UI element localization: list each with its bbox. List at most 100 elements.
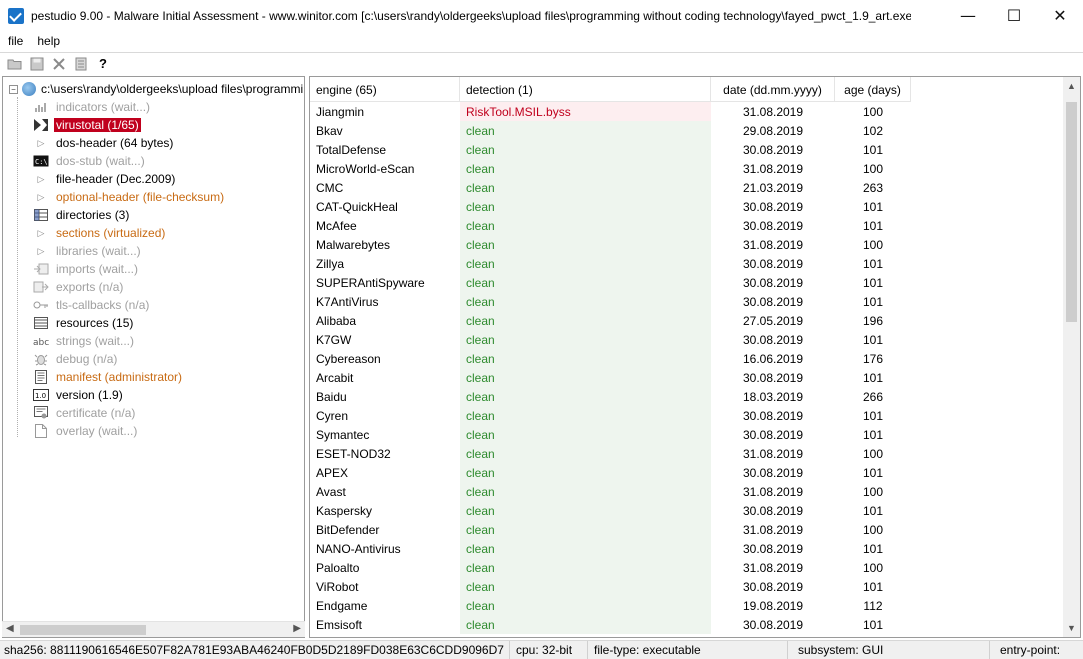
table-row[interactable]: Cybereason clean 16.06.2019 176 bbox=[310, 349, 911, 368]
status-cpu: cpu: 32-bit bbox=[510, 640, 588, 659]
engine-cell: SUPERAntiSpyware bbox=[316, 275, 425, 290]
tree-item-version[interactable]: 1.0 version (1.9) bbox=[33, 386, 125, 404]
detection-cell: clean bbox=[460, 520, 711, 539]
table-row[interactable]: SUPERAntiSpyware clean 30.08.2019 101 bbox=[310, 273, 911, 292]
tree-item-exports[interactable]: exports (n/a) bbox=[33, 278, 125, 296]
expand-arrow-icon[interactable]: ▷ bbox=[33, 174, 49, 185]
column-date[interactable]: date (dd.mm.yyyy) bbox=[711, 77, 835, 102]
minimize-button[interactable]: — bbox=[945, 0, 991, 31]
table-row[interactable]: K7AntiVirus clean 30.08.2019 101 bbox=[310, 292, 911, 311]
table-row[interactable]: Emsisoft clean 30.08.2019 101 bbox=[310, 615, 911, 634]
engine-cell: McAfee bbox=[316, 218, 357, 233]
date-cell: 27.05.2019 bbox=[742, 313, 804, 328]
date-cell: 30.08.2019 bbox=[742, 408, 804, 423]
tree-item-imports[interactable]: imports (wait...) bbox=[33, 260, 140, 278]
table-row[interactable]: Bkav clean 29.08.2019 102 bbox=[310, 121, 911, 140]
scroll-right-icon[interactable]: ▶ bbox=[293, 623, 301, 634]
table-row[interactable]: CMC clean 21.03.2019 263 bbox=[310, 178, 911, 197]
table-row[interactable]: Arcabit clean 30.08.2019 101 bbox=[310, 368, 911, 387]
scroll-left-icon[interactable]: ◀ bbox=[6, 623, 14, 634]
table-row[interactable]: APEX clean 30.08.2019 101 bbox=[310, 463, 911, 482]
tree-item-overlay[interactable]: overlay (wait...) bbox=[33, 422, 139, 440]
age-cell: 100 bbox=[862, 161, 884, 176]
table-row[interactable]: ViRobot clean 30.08.2019 101 bbox=[310, 577, 911, 596]
table-row[interactable]: Paloalto clean 31.08.2019 100 bbox=[310, 558, 911, 577]
scroll-thumb[interactable] bbox=[20, 625, 146, 635]
expand-arrow-icon[interactable]: ▷ bbox=[33, 246, 49, 257]
scroll-down-icon[interactable]: ▼ bbox=[1067, 623, 1076, 633]
detection-cell: clean bbox=[460, 463, 711, 482]
tree-item-indicators[interactable]: indicators (wait...) bbox=[33, 98, 152, 116]
close-button[interactable]: ✕ bbox=[1037, 0, 1083, 31]
table-row[interactable]: CAT-QuickHeal clean 30.08.2019 101 bbox=[310, 197, 911, 216]
menu-file[interactable]: file bbox=[8, 34, 23, 48]
table-row[interactable]: Malwarebytes clean 31.08.2019 100 bbox=[310, 235, 911, 254]
table-row[interactable]: Zillya clean 30.08.2019 101 bbox=[310, 254, 911, 273]
maximize-button[interactable]: ☐ bbox=[991, 0, 1037, 31]
tree-item-label: virustotal (1/65) bbox=[54, 118, 141, 132]
date-cell: 30.08.2019 bbox=[742, 579, 804, 594]
expand-arrow-icon[interactable]: ▷ bbox=[33, 138, 49, 149]
expand-arrow-icon[interactable]: ▷ bbox=[33, 228, 49, 239]
tree-item-label: dos-header (64 bytes) bbox=[56, 136, 174, 150]
tree-root-label: c:\users\randy\oldergeeks\upload files\p… bbox=[41, 82, 304, 96]
tree-item-dos-stub[interactable]: C:\ dos-stub (wait...) bbox=[33, 152, 147, 170]
table-row[interactable]: Alibaba clean 27.05.2019 196 bbox=[310, 311, 911, 330]
tree-item-certificate[interactable]: certificate (n/a) bbox=[33, 404, 137, 422]
tree-item-label: sections (virtualized) bbox=[56, 226, 166, 240]
age-cell: 101 bbox=[862, 294, 884, 309]
tree-item-debug[interactable]: debug (n/a) bbox=[33, 350, 119, 368]
tree-root-node[interactable]: − c:\users\randy\oldergeeks\upload files… bbox=[9, 80, 303, 98]
table-row[interactable]: ESET-NOD32 clean 31.08.2019 100 bbox=[310, 444, 911, 463]
table-row[interactable]: TotalDefense clean 30.08.2019 101 bbox=[310, 140, 911, 159]
tree-item-tls-callbacks[interactable]: tls-callbacks (n/a) bbox=[33, 296, 151, 314]
expand-arrow-icon[interactable]: ▷ bbox=[33, 192, 49, 203]
table-row[interactable]: Baidu clean 18.03.2019 266 bbox=[310, 387, 911, 406]
tree-horizontal-scrollbar[interactable]: ◀ ▶ bbox=[2, 621, 305, 637]
table-row[interactable]: K7GW clean 30.08.2019 101 bbox=[310, 330, 911, 349]
tree-item-libraries[interactable]: ▷ libraries (wait...) bbox=[33, 242, 143, 260]
table-row[interactable]: Jiangmin RiskTool.MSIL.byss 31.08.2019 100 bbox=[310, 102, 911, 121]
table-vertical-scrollbar[interactable]: ▲ ▼ bbox=[1063, 77, 1080, 637]
table-row[interactable]: MicroWorld-eScan clean 31.08.2019 100 bbox=[310, 159, 911, 178]
age-cell: 100 bbox=[862, 446, 884, 461]
tree-item-strings[interactable]: abc strings (wait...) bbox=[33, 332, 136, 350]
tree-item-manifest[interactable]: manifest (administrator) bbox=[33, 368, 184, 386]
tree-item-dos-header[interactable]: ▷ dos-header (64 bytes) bbox=[33, 134, 175, 152]
tree-item-directories[interactable]: directories (3) bbox=[33, 206, 131, 224]
table-row[interactable]: BitDefender clean 31.08.2019 100 bbox=[310, 520, 911, 539]
table-row[interactable]: Symantec clean 30.08.2019 101 bbox=[310, 425, 911, 444]
table-row[interactable]: McAfee clean 30.08.2019 101 bbox=[310, 216, 911, 235]
list-icon[interactable] bbox=[70, 54, 92, 74]
collapse-toggle-icon[interactable]: − bbox=[9, 84, 18, 94]
column-detection[interactable]: detection (1) bbox=[460, 77, 711, 102]
tree-item-file-header[interactable]: ▷ file-header (Dec.2009) bbox=[33, 170, 177, 188]
scroll-up-icon[interactable]: ▲ bbox=[1067, 81, 1076, 91]
help-icon[interactable]: ? bbox=[92, 54, 114, 74]
delete-icon[interactable] bbox=[48, 54, 70, 74]
tree-item-virustotal[interactable]: virustotal (1/65) bbox=[33, 116, 141, 134]
column-engine[interactable]: engine (65) bbox=[310, 77, 460, 102]
table-row[interactable]: Kaspersky clean 30.08.2019 101 bbox=[310, 501, 911, 520]
menu-help[interactable]: help bbox=[37, 34, 60, 48]
age-cell: 101 bbox=[862, 408, 884, 423]
detection-cell: clean bbox=[460, 292, 711, 311]
table-row[interactable]: NANO-Antivirus clean 30.08.2019 101 bbox=[310, 539, 911, 558]
date-cell: 30.08.2019 bbox=[742, 465, 804, 480]
table-row[interactable]: Endgame clean 19.08.2019 112 bbox=[310, 596, 911, 615]
column-age[interactable]: age (days) bbox=[835, 77, 911, 102]
page-icon bbox=[33, 424, 49, 438]
tree-item-sections[interactable]: ▷ sections (virtualized) bbox=[33, 224, 167, 242]
detection-cell: clean bbox=[460, 482, 711, 501]
save-icon[interactable] bbox=[26, 54, 48, 74]
age-cell: 101 bbox=[862, 541, 884, 556]
table-row[interactable]: Cyren clean 30.08.2019 101 bbox=[310, 406, 911, 425]
open-folder-icon[interactable] bbox=[4, 54, 26, 74]
tree-item-optional-header[interactable]: ▷ optional-header (file-checksum) bbox=[33, 188, 226, 206]
age-cell: 176 bbox=[862, 351, 884, 366]
abc-icon: abc bbox=[33, 334, 49, 348]
tree-item-resources[interactable]: resources (15) bbox=[33, 314, 135, 332]
scroll-thumb[interactable] bbox=[1066, 102, 1077, 322]
engine-cell: TotalDefense bbox=[316, 142, 387, 157]
table-row[interactable]: Avast clean 31.08.2019 100 bbox=[310, 482, 911, 501]
